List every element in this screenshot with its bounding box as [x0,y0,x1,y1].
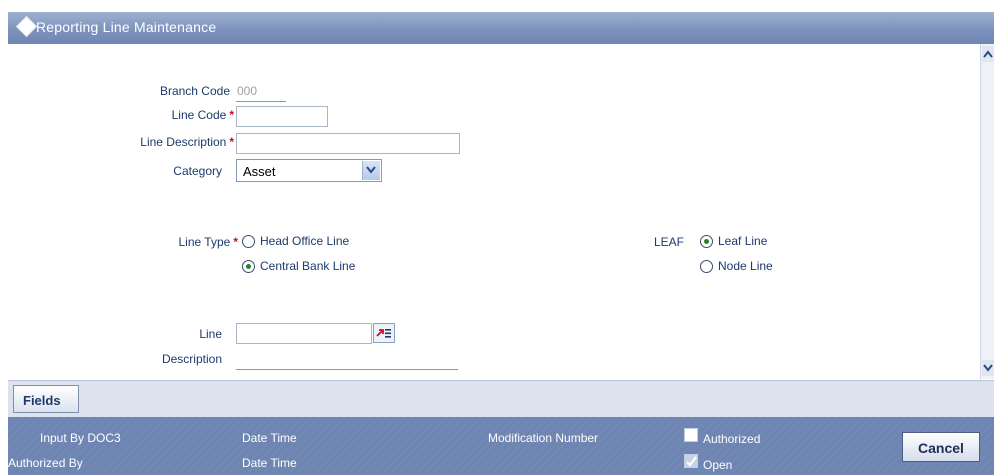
diamond-icon [15,15,38,38]
window-title: Reporting Line Maintenance [36,19,217,35]
description-label: Description [161,352,222,366]
fields-button[interactable]: Fields [13,385,79,413]
leaf-line-label: Leaf Line [718,234,768,248]
central-bank-line-label: Central Bank Line [260,259,356,273]
open-checkbox[interactable] [684,454,698,468]
cancel-button[interactable]: Cancel [902,432,980,462]
line-label: Line [199,327,222,341]
authorized-label: Authorized [703,432,761,446]
list-of-values-icon[interactable] [373,323,395,343]
chevron-down-icon[interactable] [362,161,380,180]
radio-central-bank-line[interactable] [242,260,255,273]
line-description-label: Line Description * [140,135,234,149]
line-code-input[interactable] [236,106,328,127]
required-marker: * [233,235,238,249]
branch-code-label: Branch Code [159,84,230,98]
authorized-by-label: Authorized By [8,456,83,470]
vertical-scrollbar[interactable] [980,44,994,379]
authorized-checkbox[interactable] [684,428,698,442]
scroll-down-icon[interactable] [982,360,994,376]
line-type-label: Line Type * [178,235,239,249]
required-marker: * [229,135,234,149]
node-line-label: Node Line [718,259,773,273]
reporting-line-window: Reporting Line Maintenance Branch Code 0… [0,0,994,475]
line-description-input[interactable] [236,133,460,154]
line-input[interactable] [236,323,372,344]
fields-bar: Fields [8,380,994,418]
branch-code-value: 000 [237,84,258,98]
category-label: Category [173,164,222,178]
modification-number-label: Modification Number [488,431,599,445]
radio-node-line[interactable] [700,260,713,273]
category-selected-value: Asset [243,164,276,179]
leaf-label: LEAF [653,235,684,249]
line-code-label: Line Code * [171,108,234,122]
form-area: Branch Code 000 Line Code * Line Descript… [8,44,976,380]
check-icon [686,456,697,467]
required-marker: * [229,108,234,122]
scroll-up-icon[interactable] [982,46,994,62]
radio-leaf-line[interactable] [700,235,713,248]
branch-code-underline [236,101,286,102]
audit-footer: Input By DOC3 Authorized By Date Time Da… [8,417,994,475]
open-label: Open [703,458,733,472]
date-time-label-2: Date Time [242,456,297,470]
head-office-line-label: Head Office Line [260,234,350,248]
date-time-label-1: Date Time [242,431,297,445]
radio-head-office-line[interactable] [242,235,255,248]
category-select[interactable]: Asset [236,159,382,182]
description-underline [236,369,458,370]
input-by-label: Input By DOC3 [40,431,121,445]
title-bar: Reporting Line Maintenance [8,12,994,44]
